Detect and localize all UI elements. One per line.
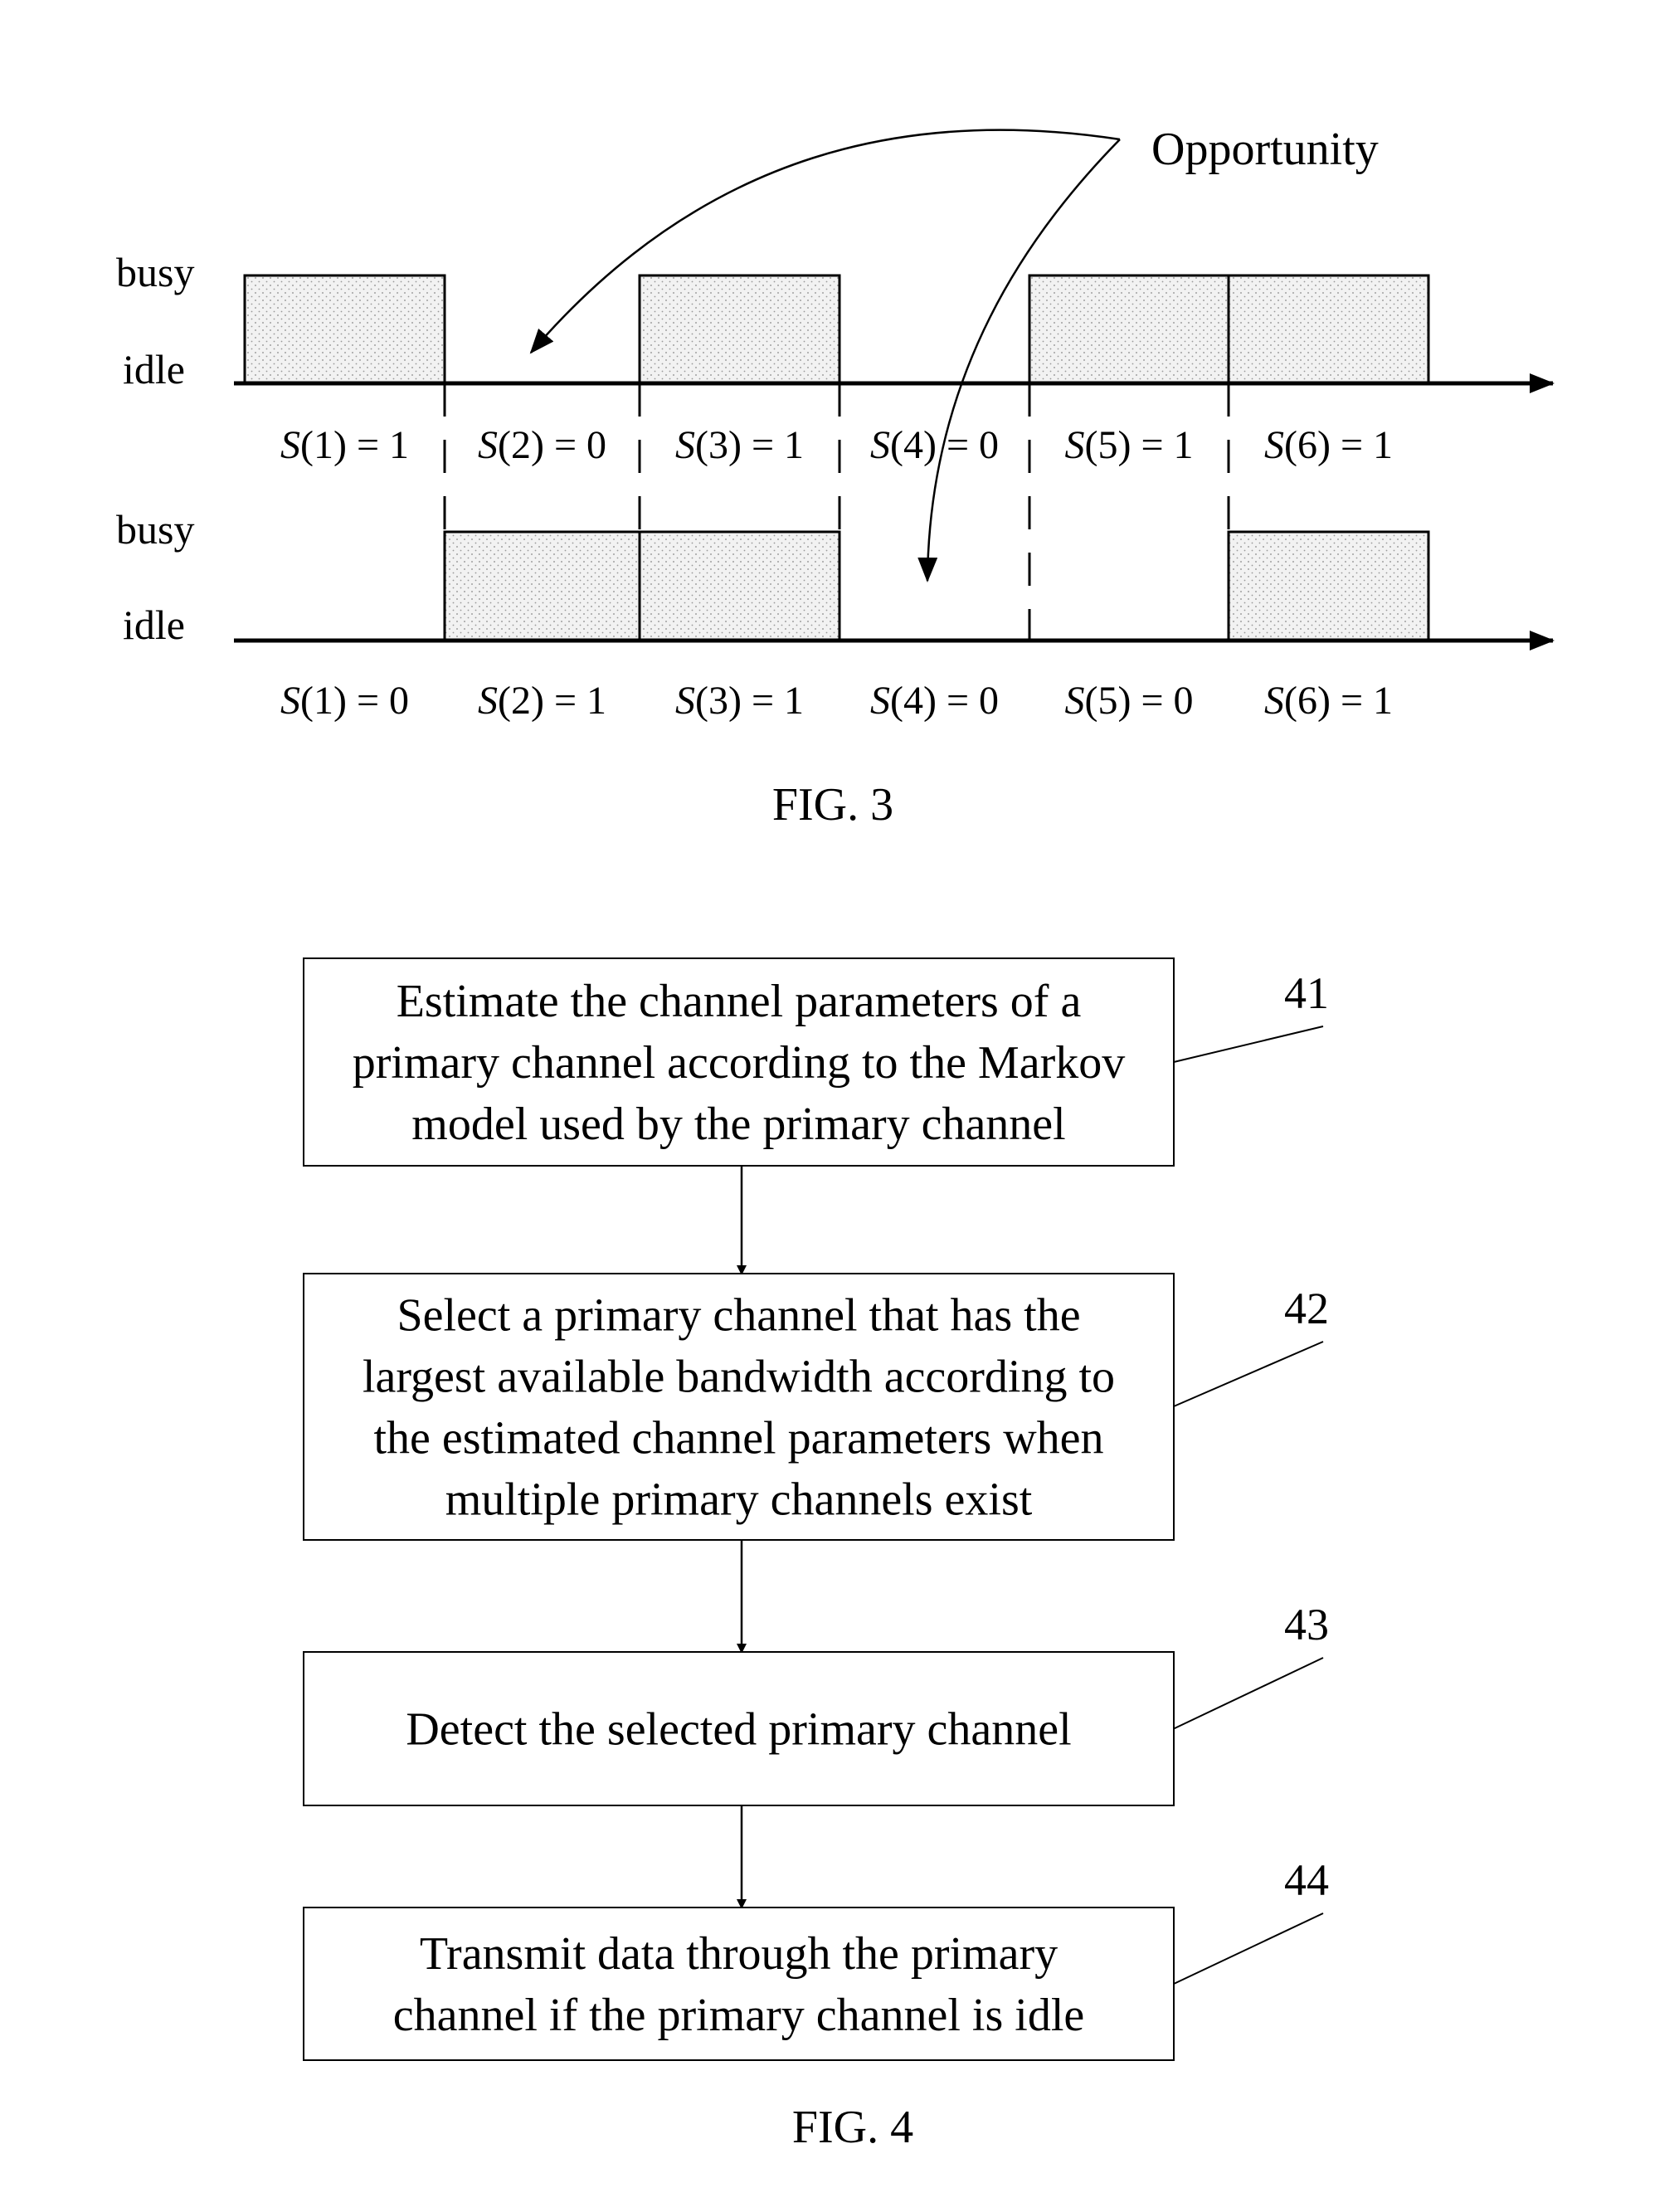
slot-label-6: S(6) = 1 <box>1264 423 1393 467</box>
state-label-busy-bottom: busy <box>116 506 194 553</box>
busy-block-slot-5 <box>1028 274 1230 385</box>
step-number-41: 41 <box>1284 968 1329 1018</box>
figure-4-caption: FIG. 4 <box>792 2102 913 2153</box>
flow-step-44: Transmit data through the primary channel… <box>303 1855 1329 2061</box>
slot-label-3: S(3) = 1 <box>675 423 804 467</box>
flow-box-text-line: largest available bandwidth according to <box>363 1352 1115 1403</box>
state-label-busy-top: busy <box>116 249 194 295</box>
busy-block-slot-6 <box>1227 274 1430 385</box>
slot-label-2: S(2) = 0 <box>478 423 606 467</box>
step-leader-line <box>1173 1026 1324 1063</box>
figure-4-flowchart: Estimate the channel parameters of a prim… <box>303 957 1329 2061</box>
step-number-44: 44 <box>1284 1855 1329 1905</box>
flow-box-text-line: Transmit data through the primary <box>420 1928 1058 1980</box>
step-number-42: 42 <box>1284 1284 1329 1333</box>
opportunity-label: Opportunity <box>1151 124 1379 175</box>
step-leader-line <box>1173 1912 1324 1985</box>
flow-box-text-line: model used by the primary channel <box>411 1099 1065 1150</box>
slot-label-5: S(5) = 0 <box>1064 679 1193 723</box>
flow-box-text-line: channel if the primary channel is idle <box>393 1990 1084 2041</box>
slot-label-1: S(1) = 0 <box>280 679 409 723</box>
step-leader-line <box>1173 1657 1324 1730</box>
step-number-43: 43 <box>1284 1600 1329 1649</box>
slot-label-5: S(5) = 1 <box>1064 423 1193 467</box>
figure-3-timing-diagram: busy idle busy idle S(1) = 1 S(2) = 0 S(3)… <box>116 124 1555 831</box>
step-leader-line <box>1173 1341 1324 1407</box>
flow-box-text-line: multiple primary channels exist <box>445 1474 1033 1526</box>
top-channel-timeline: S(1) = 1 S(2) = 0 S(3) = 1 S(4) = 0 S(5) = 1… <box>234 274 1555 467</box>
state-label-idle-bottom: idle <box>123 602 185 648</box>
state-label-idle-top: idle <box>123 346 185 392</box>
flow-box-text-line: Select a primary channel that has the <box>397 1290 1080 1342</box>
bottom-channel-timeline: S(1) = 0 S(2) = 1 S(3) = 1 S(4) = 0 S(5) = 0… <box>234 530 1555 723</box>
flow-step-41: Estimate the channel parameters of a prim… <box>303 957 1329 1167</box>
flow-box-text-line: Detect the selected primary channel <box>406 1704 1071 1756</box>
slot-label-3: S(3) = 1 <box>675 679 804 723</box>
patent-figures: busy idle busy idle S(1) = 1 S(2) = 0 S(3)… <box>116 124 1555 2153</box>
busy-block-slot-3 <box>638 530 841 642</box>
flow-step-42: Select a primary channel that has the lar… <box>303 1273 1329 1541</box>
busy-block-slot-3 <box>638 274 841 385</box>
busy-block-slot-2 <box>443 530 641 642</box>
slot-label-4: S(4) = 0 <box>870 423 999 467</box>
flow-box-text-line: the estimated channel parameters when <box>373 1413 1103 1464</box>
slot-label-1: S(1) = 1 <box>280 423 409 467</box>
slot-label-4: S(4) = 0 <box>870 679 999 723</box>
busy-block-slot-6 <box>1227 530 1430 642</box>
figure-3-caption: FIG. 3 <box>772 779 893 831</box>
busy-block-slot-1 <box>243 274 446 385</box>
flow-box-text-line: Estimate the channel parameters of a <box>397 976 1082 1027</box>
slot-label-6: S(6) = 1 <box>1264 679 1393 723</box>
flow-box-text-line: primary channel according to the Markov <box>353 1037 1125 1089</box>
slot-label-2: S(2) = 1 <box>478 679 606 723</box>
flow-step-43: Detect the selected primary channel 43 <box>303 1600 1329 1806</box>
